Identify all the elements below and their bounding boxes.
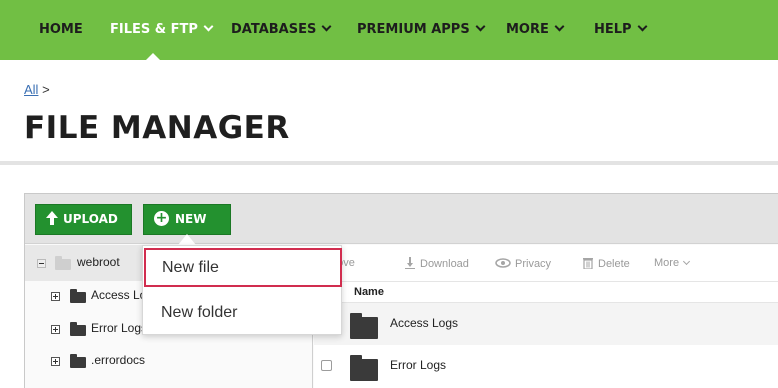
plus-circle-icon: +: [154, 210, 169, 226]
more-action[interactable]: More: [654, 257, 691, 269]
upload-button[interactable]: UPLOAD: [35, 204, 132, 235]
file-name: Error Logs: [390, 358, 447, 372]
open-folder-icon: [55, 256, 71, 270]
folder-icon: [350, 355, 378, 381]
file-list-header: Name: [314, 281, 778, 303]
collapse-icon[interactable]: [37, 259, 46, 268]
chevron-down-icon: [321, 21, 332, 32]
name-column-header[interactable]: Name: [354, 286, 384, 298]
privacy-action[interactable]: Privacy: [495, 257, 551, 270]
upload-arrow-icon: [46, 211, 58, 225]
expand-icon[interactable]: [51, 357, 60, 366]
delete-action[interactable]: Delete: [582, 257, 630, 270]
file-row-error-logs[interactable]: Error Logs: [314, 345, 778, 387]
chevron-down-icon: [554, 21, 565, 32]
row-checkbox[interactable]: [321, 360, 332, 371]
active-nav-pointer: [143, 53, 163, 63]
folder-icon: [70, 322, 86, 336]
new-button[interactable]: + NEW: [143, 204, 231, 235]
download-action[interactable]: Download: [404, 257, 469, 270]
breadcrumb-all-link[interactable]: All: [24, 82, 38, 97]
folder-icon: [70, 354, 86, 368]
chevron-down-icon: [203, 21, 214, 32]
file-actions-bar: Move Download Privacy Delete More: [314, 245, 778, 281]
chevron-down-icon: [683, 257, 691, 266]
expand-icon[interactable]: [51, 325, 60, 334]
nav-premium-apps[interactable]: PREMIUM APPS: [357, 21, 486, 39]
tree-item-label: .errordocs: [91, 353, 146, 367]
trash-icon: [583, 258, 593, 269]
folder-icon: [70, 289, 86, 303]
tree-item-label: Error Logs: [91, 321, 148, 335]
title-divider: [0, 161, 778, 165]
file-list-pane: Move Download Privacy Delete More Name A…: [314, 245, 778, 388]
menu-item-new-folder[interactable]: New folder: [143, 293, 343, 333]
eye-icon: [495, 258, 511, 268]
panel-toolbar: UPLOAD + NEW: [25, 194, 778, 244]
menu-item-new-file[interactable]: New file: [144, 248, 342, 287]
nav-help[interactable]: HELP: [594, 21, 648, 39]
chevron-down-icon: [637, 21, 648, 32]
file-manager-panel: UPLOAD + NEW webroot Access Logs Error Lo…: [24, 193, 778, 388]
breadcrumb: All >: [24, 82, 50, 97]
dropdown-caret: [178, 234, 196, 245]
chevron-down-icon: [475, 21, 486, 32]
tree-root-label: webroot: [77, 255, 120, 269]
nav-databases[interactable]: DATABASES: [231, 21, 332, 39]
nav-more[interactable]: MORE: [506, 21, 565, 39]
download-icon: [405, 257, 415, 269]
top-navigation: HOME FILES & FTP DATABASES PREMIUM APPS …: [0, 0, 778, 63]
page-title: FILE MANAGER: [24, 110, 290, 146]
file-row-access-logs[interactable]: Access Logs: [314, 303, 778, 345]
expand-icon[interactable]: [51, 292, 60, 301]
nav-files-ftp[interactable]: FILES & FTP: [110, 21, 214, 39]
new-dropdown-menu: New file New folder: [142, 245, 342, 335]
breadcrumb-separator: >: [42, 82, 50, 97]
folder-icon: [350, 313, 378, 339]
nav-home[interactable]: HOME: [39, 21, 83, 39]
file-name: Access Logs: [390, 316, 459, 330]
